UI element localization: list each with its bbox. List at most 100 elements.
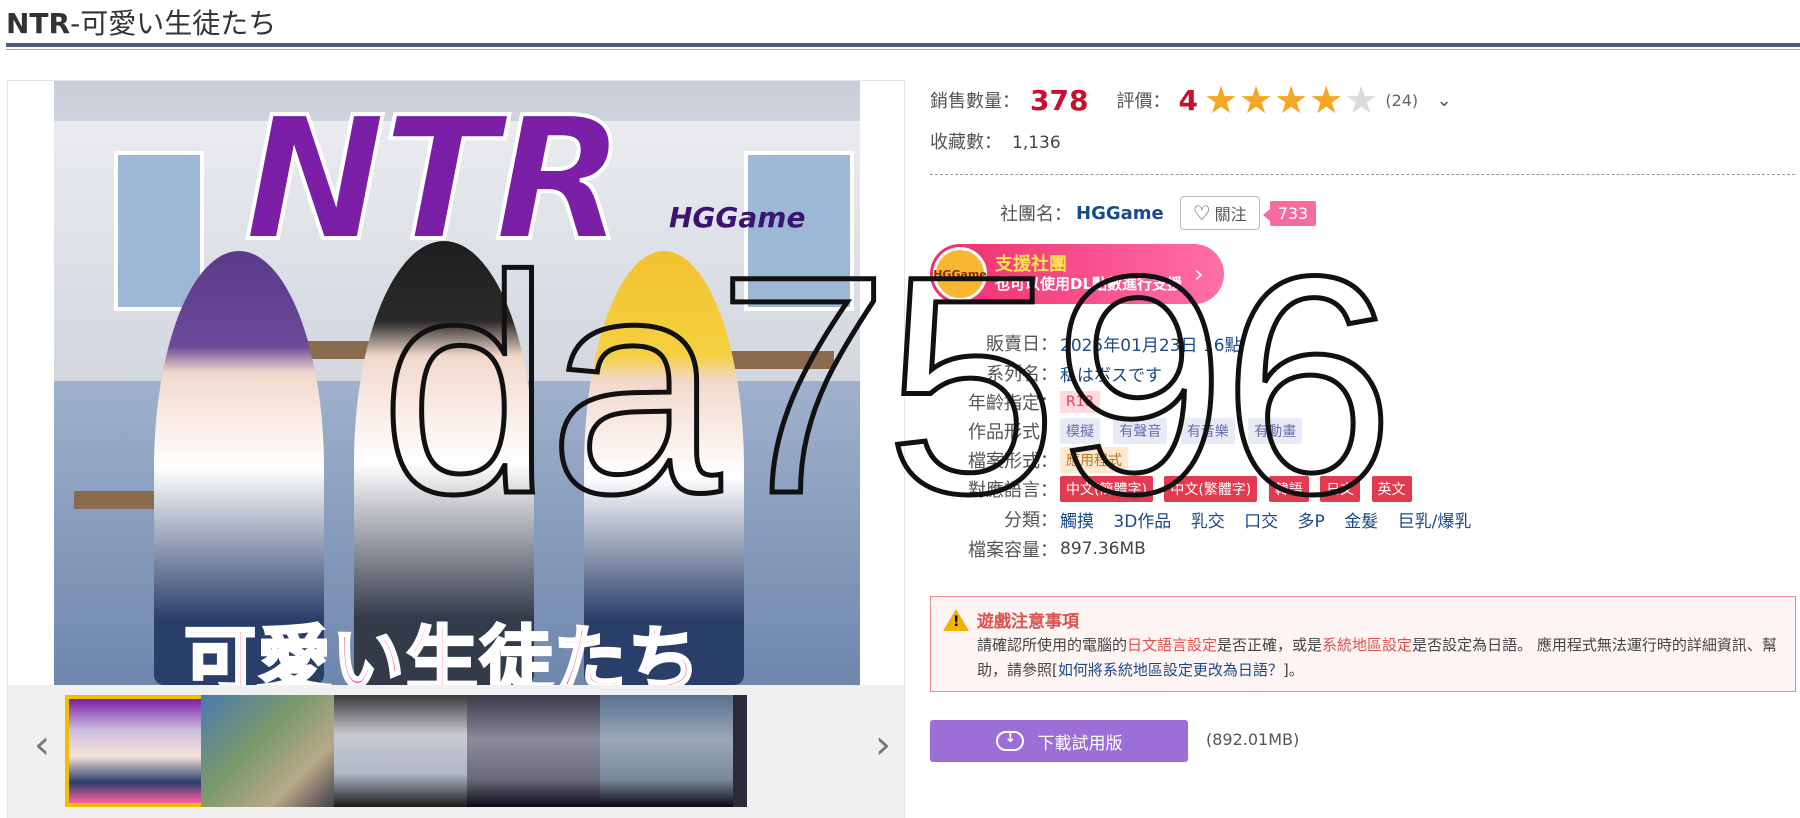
- support-title: 支援社團: [995, 254, 1067, 276]
- page-title: NTR-可愛い生徒たち: [6, 2, 277, 40]
- follow-button[interactable]: ♡ 關注: [1179, 196, 1260, 230]
- language-tag[interactable]: 中文(簡體字): [1060, 476, 1153, 502]
- genre-label: 分類：: [1004, 510, 1058, 531]
- title-rest: -可愛い生徒たち: [70, 7, 277, 40]
- age-tag[interactable]: R18: [1060, 391, 1100, 413]
- genre-link[interactable]: 巨乳/爆乳: [1398, 512, 1472, 532]
- follow-count-badge: 733: [1262, 200, 1317, 226]
- title-divider: [6, 43, 1800, 47]
- notice-highlight: 系統地區設定: [1322, 636, 1413, 654]
- main-image[interactable]: NTR HGGame 可愛い生徒たち: [54, 81, 860, 685]
- thumbnail[interactable]: [733, 695, 747, 807]
- release-label: 販賣日：: [986, 334, 1058, 355]
- genre-link[interactable]: 金髮: [1344, 512, 1378, 532]
- spec-series: 系列名： 私はボスです: [930, 358, 1162, 388]
- file-tag[interactable]: 應用程式: [1060, 447, 1128, 473]
- star-empty-icon: ★: [1344, 78, 1379, 122]
- chevron-right-icon: ›: [1194, 260, 1204, 288]
- thumbnail[interactable]: [201, 695, 347, 807]
- size-label: 檔案容量：: [968, 540, 1058, 561]
- follow-label: 關注: [1214, 205, 1247, 224]
- download-size: (892.01MB): [1206, 730, 1300, 749]
- sales-value: 378: [1030, 83, 1089, 117]
- heart-icon: ♡: [1192, 201, 1211, 225]
- spec-release: 販賣日： 2025年01月23日 16點: [930, 328, 1242, 358]
- favorites-label: 收藏數：: [930, 132, 1002, 153]
- cover-brand: HGGame: [669, 201, 806, 234]
- thumbnail[interactable]: [334, 695, 480, 807]
- rating-label: 評價：: [1116, 91, 1171, 112]
- format-tag[interactable]: 有聲音: [1113, 418, 1168, 444]
- genre-link[interactable]: 觸摸: [1060, 512, 1094, 532]
- title-prefix: NTR: [6, 7, 71, 40]
- favorites-row: 收藏數： 1,136: [930, 128, 1061, 154]
- rating-stars: ★ ★ ★ ★ ★: [1204, 81, 1379, 119]
- file-label: 檔案形式：: [968, 451, 1058, 472]
- rating-count: (24): [1385, 90, 1419, 110]
- notice-body: 請確認所使用的電腦的日文語言設定是否正確，或是系統地區設定是否設定為日語。 應用…: [977, 633, 1787, 683]
- cloud-download-icon: [995, 730, 1024, 751]
- genre-link[interactable]: 3D作品: [1113, 512, 1171, 532]
- language-tag[interactable]: 韓語: [1268, 476, 1309, 502]
- spec-genre: 分類： 觸摸 3D作品 乳交 口交 多P 金髮 巨乳/爆乳: [930, 504, 1485, 534]
- notice-title: 遊戲注意事項: [977, 612, 1079, 632]
- format-label: 作品形式：: [968, 422, 1058, 443]
- size-value: 897.36MB: [1060, 539, 1146, 559]
- notice-text: ]。: [1282, 661, 1304, 679]
- divider: [930, 174, 1795, 175]
- star-filled-icon: ★: [1309, 78, 1344, 122]
- age-label: 年齡指定：: [968, 393, 1058, 414]
- image-gallery: NTR HGGame 可愛い生徒たち ‹ ›: [7, 80, 905, 818]
- format-tag[interactable]: 有音樂: [1180, 418, 1235, 444]
- favorites-value: 1,136: [1012, 133, 1061, 153]
- rating-value: 4: [1178, 83, 1198, 117]
- spec-size: 檔案容量： 897.36MB: [930, 534, 1146, 564]
- series-value-link[interactable]: 私はボスです: [1060, 361, 1162, 386]
- cover-subtitle: 可愛い生徒たち: [182, 617, 703, 686]
- format-tag[interactable]: 模擬: [1060, 418, 1100, 444]
- warning-icon: !: [943, 609, 969, 631]
- next-arrow-icon[interactable]: ›: [863, 715, 903, 775]
- release-value-link[interactable]: 2025年01月23日 16點: [1060, 331, 1242, 356]
- notice-highlight: 日文語言設定: [1127, 636, 1218, 654]
- thumbnail[interactable]: [467, 695, 613, 807]
- spec-language: 對應語言： 中文(簡體字) 中文(繁體字) 韓語 日文 英文: [930, 474, 1418, 504]
- genre-link[interactable]: 口交: [1244, 512, 1278, 532]
- language-tag[interactable]: 日文: [1320, 476, 1361, 502]
- circle-avatar: HGGame: [933, 247, 987, 301]
- game-notice: ! 遊戲注意事項 請確認所使用的電腦的日文語言設定是否正確，或是系統地區設定是否…: [930, 596, 1796, 692]
- thumbnail[interactable]: [65, 695, 211, 807]
- spec-file: 檔案形式： 應用程式: [930, 445, 1136, 475]
- star-filled-icon: ★: [1239, 78, 1274, 122]
- language-tag[interactable]: 中文(繁體字): [1164, 476, 1258, 502]
- spec-format: 作品形式： 模擬 有聲音 有音樂 有動畫: [930, 416, 1310, 446]
- cover-logo: NTR: [242, 81, 627, 281]
- notice-help-link[interactable]: 如何將系統地區設定更改為日語？: [1058, 661, 1283, 679]
- circle-label: 社團名：: [1000, 204, 1072, 225]
- series-label: 系列名：: [986, 364, 1058, 385]
- language-label: 對應語言：: [968, 480, 1058, 501]
- support-subtitle: 也可以使用DL點數進行支援: [995, 274, 1183, 293]
- star-filled-icon: ★: [1274, 78, 1309, 122]
- spec-age: 年齡指定： R18: [930, 387, 1108, 417]
- format-tag[interactable]: 有動畫: [1248, 418, 1303, 444]
- notice-text: 請確認所使用的電腦的: [977, 636, 1128, 654]
- thumbnail-strip: ‹ ›: [8, 685, 904, 818]
- prev-arrow-icon[interactable]: ‹: [22, 715, 62, 775]
- download-label: 下載試用版: [1037, 733, 1123, 754]
- circle-name-link[interactable]: HGGame: [1076, 203, 1164, 224]
- notice-text: 是否正確，或是: [1217, 636, 1323, 654]
- circle-row: 社團名： HGGame ♡ 關注 733: [1000, 196, 1317, 230]
- star-filled-icon: ★: [1203, 78, 1239, 122]
- language-tag[interactable]: 英文: [1371, 476, 1412, 502]
- chevron-down-icon[interactable]: ⌄: [1434, 90, 1454, 111]
- support-circle-button[interactable]: HGGame 支援社團 也可以使用DL點數進行支援 ›: [930, 244, 1224, 304]
- sales-rating-row: 銷售數量： 378 評價： 4 ★ ★ ★ ★ ★ (24) ⌄: [930, 80, 1454, 120]
- title-divider-thin: [6, 49, 1800, 50]
- download-trial-button[interactable]: 下載試用版: [930, 720, 1188, 762]
- genre-link[interactable]: 多P: [1298, 512, 1325, 532]
- thumbnail[interactable]: [600, 695, 746, 807]
- genre-link[interactable]: 乳交: [1191, 512, 1225, 532]
- sales-label: 銷售數量：: [930, 91, 1020, 112]
- scene-window: [114, 151, 204, 311]
